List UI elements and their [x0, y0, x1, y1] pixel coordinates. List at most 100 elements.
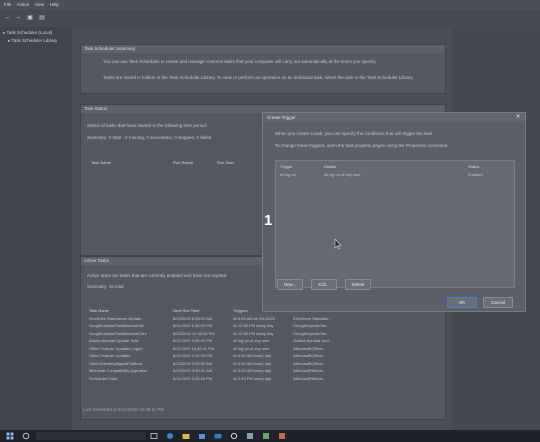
task-name-cell: Adobe Acrobat Update Task — [89, 338, 139, 344]
task-name-cell: OneDrive Standalone Update... — [89, 315, 145, 321]
ok-button[interactable]: OK — [447, 297, 477, 308]
app-icon[interactable] — [262, 432, 270, 440]
table-row[interactable]: Adobe Acrobat Update Task 8/11/2020 2:00:… — [87, 337, 355, 345]
triggers-cell: At 12:30 PM every day — [233, 323, 274, 329]
delete-button[interactable]: Delete — [345, 279, 371, 290]
table-row[interactable]: OneDrive Standalone Update... 8/12/2020 6… — [87, 315, 355, 323]
triggers-cell: At 12:30 PM every day — [233, 330, 274, 336]
active-tasks-summary: Summary: 15 total — [87, 284, 124, 289]
location-cell: \Microsoft\Windo... — [293, 375, 327, 381]
table-header-row: Trigger Details Status — [278, 163, 510, 171]
table-row[interactable]: At log on At log on of any user Enabled — [278, 171, 510, 179]
menu-bar: File Action View Help — [0, 0, 540, 10]
trigger-list[interactable]: Trigger Details Status At log on At log … — [275, 160, 515, 288]
location-cell: \OneDrive Standalo... — [293, 315, 332, 321]
task-name-cell: GoogleUpdateTaskMachineUA — [89, 323, 144, 329]
overview-header[interactable]: Task Scheduler Summary — [81, 45, 445, 53]
table-row[interactable]: Office Feature Updates 8/11/2020 4:12:05 … — [87, 352, 355, 360]
triggers-cell: At 6:53 AM on 5/1/2020 — [233, 315, 275, 321]
col-status[interactable]: Status — [466, 163, 510, 171]
folder-icon[interactable]: ▣ — [26, 14, 34, 22]
location-cell: \Microsoft\Office\... — [293, 345, 327, 351]
dialog-intro-2: To change these triggers, open the task … — [275, 143, 449, 148]
trigger-cell: At log on — [280, 171, 296, 177]
location-cell: \GoogleUpdateTas... — [293, 323, 330, 329]
col-details[interactable]: Details — [322, 163, 466, 171]
task-view-icon[interactable] — [150, 432, 158, 440]
mouse-cursor-icon — [334, 238, 342, 250]
mail-icon[interactable] — [214, 432, 222, 440]
overview-line-2: Tasks are stored in folders in the Task … — [103, 75, 414, 80]
forward-arrow-icon[interactable]: → — [14, 14, 22, 22]
next-run-cell: 8/11/2020 12:45:11 PM — [173, 345, 214, 351]
help-icon[interactable]: ▤ — [38, 14, 46, 22]
location-cell: \Microsoft\Office\... — [293, 360, 327, 366]
task-name-cell: OfficeTelemetryAgentFallBack — [89, 360, 143, 366]
settings-gear-icon[interactable] — [230, 432, 238, 440]
col-run-result[interactable]: Run Result — [171, 159, 215, 167]
menu-help[interactable]: Help — [50, 2, 59, 7]
next-run-cell: 8/12/2020 12:30:00 PM — [173, 330, 215, 336]
table-row[interactable]: Microsoft Compatibility Appraiser 8/12/20… — [87, 367, 355, 375]
triggers-cell: At log on of any user — [233, 345, 270, 351]
taskbar — [0, 430, 540, 442]
menu-file[interactable]: File — [4, 2, 11, 7]
location-cell: \GoogleUpdateTas... — [293, 330, 330, 336]
location-cell: \Adobe Acrobat Upd... — [293, 338, 333, 344]
back-arrow-icon[interactable]: ← — [4, 14, 12, 22]
active-tasks-description: Active tasks are tasks that are currentl… — [87, 273, 228, 278]
status-cell: Enabled — [468, 171, 483, 177]
task-name-cell: Office Feature Updates Logon — [89, 345, 143, 351]
next-run-cell: 8/11/2020 4:12:05 PM — [173, 353, 213, 359]
tree-node-library[interactable]: ▸ Task Scheduler Library — [8, 38, 57, 44]
task-status-summary: Summary: 0 total - 0 running, 0 succeede… — [87, 135, 212, 140]
edit-button[interactable]: Edit... — [311, 279, 337, 290]
task-name-cell: GoogleUpdateTaskMachineCore — [89, 330, 147, 336]
next-run-cell: 8/11/2020 2:00:00 PM — [173, 338, 213, 344]
create-trigger-dialog: Create Trigger ✕ When you create a task,… — [262, 112, 526, 312]
app-icon[interactable] — [278, 432, 286, 440]
cancel-button[interactable]: Cancel — [483, 297, 513, 308]
col-trigger[interactable]: Trigger — [278, 163, 322, 171]
overview-panel: Task Scheduler Summary You can use Task … — [80, 44, 446, 94]
location-cell: \Microsoft\Office\... — [293, 353, 327, 359]
col-task-name[interactable]: Task Name — [89, 159, 171, 167]
location-cell: \Microsoft\Windo... — [293, 368, 327, 374]
triggers-cell: At 2:43 PM every day — [233, 375, 272, 381]
store-icon[interactable] — [198, 432, 206, 440]
task-name-cell: Microsoft Compatibility Appraiser — [89, 368, 148, 374]
table-row[interactable]: Office Feature Updates Logon 8/11/2020 12… — [87, 345, 355, 353]
navigation-tree: ▸ Task Scheduler (Local) ▸ Task Schedule… — [0, 27, 73, 430]
col-run-start[interactable]: Run Start — [215, 159, 263, 167]
next-run-cell: 8/11/2020 2:43:44 PM — [173, 375, 213, 381]
search-icon[interactable] — [22, 432, 30, 440]
task-scheduler-icon[interactable] — [246, 432, 254, 440]
task-name-cell: Office Feature Updates — [89, 353, 131, 359]
toolbar: ← → ▣ ▤ — [0, 10, 540, 27]
task-status-description: Status of tasks that have started in the… — [87, 123, 208, 128]
triggers-cell: At 3:00 AM every day — [233, 360, 272, 366]
overview-line-1: You can use Task Scheduler to create and… — [103, 59, 377, 64]
dialog-intro: When you create a task, you can specify … — [275, 131, 434, 136]
taskbar-search-box[interactable] — [36, 432, 146, 440]
col-next-run-time[interactable]: Next Run Time — [171, 307, 231, 315]
windows-start-icon[interactable] — [6, 432, 14, 440]
menu-view[interactable]: View — [35, 2, 45, 7]
last-refreshed: Last refreshed at 8/11/2020 12:38:11 PM — [83, 407, 165, 412]
file-explorer-icon[interactable] — [182, 432, 190, 440]
table-row[interactable]: OfficeTelemetryAgentFallBack 8/12/2020 3:… — [87, 360, 355, 368]
trigger-table: Trigger Details Status At log on At log … — [278, 163, 510, 178]
menu-action[interactable]: Action — [17, 2, 30, 7]
next-run-cell: 8/12/2020 3:00:00 AM — [173, 360, 213, 366]
new-button[interactable]: New... — [277, 279, 303, 290]
next-run-cell: 8/12/2020 3:40:22 AM — [173, 368, 213, 374]
tree-node-root[interactable]: ▸ Task Scheduler (Local) — [3, 30, 52, 36]
col-task-name[interactable]: Task Name — [87, 307, 171, 315]
next-run-cell: 8/12/2020 6:53:29 AM — [173, 315, 213, 321]
close-icon[interactable]: ✕ — [514, 113, 522, 122]
edge-browser-icon[interactable] — [166, 432, 174, 440]
table-row[interactable]: Scheduled Start 8/11/2020 2:43:44 PM At 2:… — [87, 375, 355, 383]
active-tasks-table: Task Name Next Run Time Triggers Locatio… — [87, 307, 355, 382]
table-row[interactable]: GoogleUpdateTaskMachineCore 8/12/2020 12:… — [87, 330, 355, 338]
table-row[interactable]: GoogleUpdateTaskMachineUA 8/11/2020 1:30:… — [87, 322, 355, 330]
